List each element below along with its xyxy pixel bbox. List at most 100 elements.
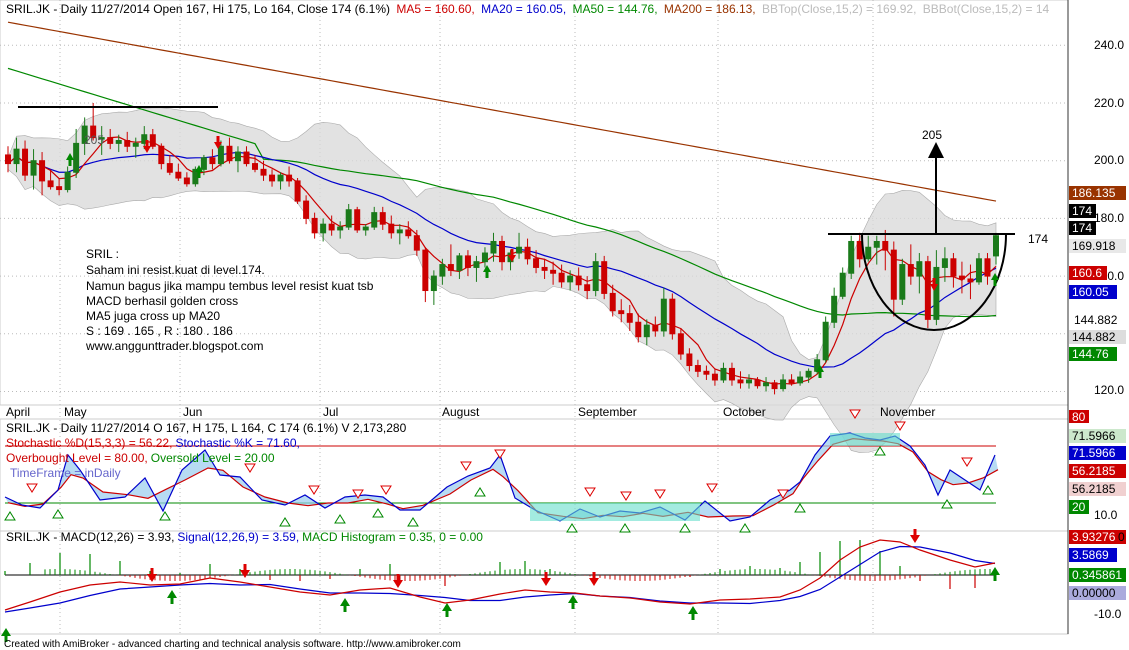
candle-body xyxy=(56,186,63,191)
tag-text: 144.76 xyxy=(1072,347,1109,361)
tag-text: 160.6 xyxy=(1072,266,1102,280)
note-line-5: S : 169 . 165 , R : 180 . 186 xyxy=(86,324,233,338)
candle-body xyxy=(328,223,335,231)
candle-body xyxy=(115,140,122,144)
candle-body xyxy=(166,163,173,173)
tick-label: 240.0 xyxy=(1094,38,1124,52)
candle-body xyxy=(13,148,20,165)
macd-sell-arrow-stem xyxy=(592,572,596,578)
candle-body xyxy=(558,272,565,283)
macd-sell-arrow-stem xyxy=(396,574,400,580)
tag-text: 71.5966 xyxy=(1072,429,1116,443)
candle-body xyxy=(822,321,829,361)
tick-label: 200.0 xyxy=(1094,153,1124,167)
candle-body xyxy=(516,246,523,254)
tag-text: 0.345861 xyxy=(1072,568,1122,582)
candle-body xyxy=(703,370,710,375)
candle-body xyxy=(763,382,770,387)
tag-text: 56.2185 xyxy=(1072,482,1116,496)
sell-arrow-icon-stem xyxy=(932,278,936,284)
candle-body xyxy=(524,246,531,260)
candle-body xyxy=(430,275,437,292)
candle-body xyxy=(345,209,352,228)
candle-body xyxy=(975,258,982,283)
candle-body xyxy=(907,264,914,277)
candle-body xyxy=(635,321,642,338)
candle-body xyxy=(993,235,999,257)
tag-text: 160.05 xyxy=(1072,285,1109,299)
candle-body xyxy=(73,142,80,173)
candle-body xyxy=(916,261,923,277)
candle-body xyxy=(209,157,216,165)
price-header: SRIL.JK - Daily 11/27/2014 Open 167, Hi … xyxy=(6,2,1049,16)
buy-arrow-icon-stem xyxy=(68,160,72,166)
month-label: Jul xyxy=(323,405,338,419)
macd-buy-arrow-stem xyxy=(170,598,174,604)
candle-body xyxy=(158,145,165,165)
candle-body xyxy=(311,217,318,234)
candle-body xyxy=(592,261,599,292)
stoch-timeframe: TimeFrame = inDaily xyxy=(10,466,121,480)
candle-body xyxy=(217,145,224,165)
candle-body xyxy=(379,212,386,225)
candle-body xyxy=(550,269,557,274)
candle-body xyxy=(320,223,327,234)
candle-body xyxy=(447,264,454,271)
candle-body xyxy=(30,160,37,176)
month-label: November xyxy=(880,405,935,419)
candle-body xyxy=(626,313,633,323)
candle-body xyxy=(941,258,948,268)
footer-credit: Created with AmiBroker - advanced charti… xyxy=(4,639,461,650)
candle-body xyxy=(286,174,293,182)
stoch-levels: Overbought Level = 80.00, Oversold Level … xyxy=(6,451,275,465)
candle-body xyxy=(47,180,54,188)
macd-sell-arrow-stem xyxy=(243,564,247,570)
tick-label: -10.0 xyxy=(1094,607,1122,621)
candle-body xyxy=(694,365,701,372)
resistance-label: 174 xyxy=(1028,232,1048,246)
macd-sell-arrow-stem xyxy=(150,568,154,574)
candle-body xyxy=(831,295,838,323)
candle-body xyxy=(797,376,804,384)
candle-body xyxy=(711,373,718,381)
note-line-6: www.anggunttrader.blogspot.com xyxy=(85,339,263,353)
tag-text: 71.5966 xyxy=(1072,446,1116,460)
amibroker-chart[interactable]: SRIL.JK - Daily 11/27/2014 Open 167, Hi … xyxy=(0,0,1129,650)
candle-body xyxy=(839,272,846,297)
candle-body xyxy=(396,229,403,234)
stoch-title: SRIL.JK - Daily 11/27/2014 O 167, H 175,… xyxy=(6,421,407,435)
macd-header: SRIL.JK - MACD(12,26) = 3.93, Signal(12,2… xyxy=(6,530,483,544)
candle-body xyxy=(175,171,182,179)
candle-body xyxy=(473,261,480,268)
candle-body xyxy=(371,212,378,228)
candle-body xyxy=(183,177,190,185)
candle-body xyxy=(234,151,241,162)
candle-body xyxy=(882,240,889,251)
macd-sell-arrow-stem xyxy=(913,529,917,535)
candle-body xyxy=(575,275,582,286)
tag-text: 169.918 xyxy=(1072,239,1116,253)
month-label: August xyxy=(442,405,480,419)
candle-body xyxy=(22,148,29,176)
tag-text: 3.5869 xyxy=(1072,548,1109,562)
candle-body xyxy=(39,160,46,182)
macd-buy-arrow-stem xyxy=(571,603,575,609)
tag-text: 56.2185 xyxy=(1072,464,1116,478)
candle-body xyxy=(618,310,625,315)
buy-arrow-icon-stem xyxy=(818,372,822,378)
candle-body xyxy=(848,240,855,274)
candle-body xyxy=(5,154,11,165)
candle-body xyxy=(132,142,139,147)
candle-body xyxy=(499,240,505,263)
macd-sell-arrow-stem xyxy=(544,572,548,578)
candle-body xyxy=(456,255,463,271)
tag-text: 0.00000 xyxy=(1072,586,1116,600)
candle-body xyxy=(746,379,752,384)
candle-body xyxy=(124,140,131,147)
candle-body xyxy=(464,255,471,268)
macd-buy-arrow-stem xyxy=(993,575,997,581)
candle-body xyxy=(924,261,931,320)
candle-body xyxy=(771,382,778,390)
candle-body xyxy=(481,252,488,263)
candle-body xyxy=(754,379,761,387)
